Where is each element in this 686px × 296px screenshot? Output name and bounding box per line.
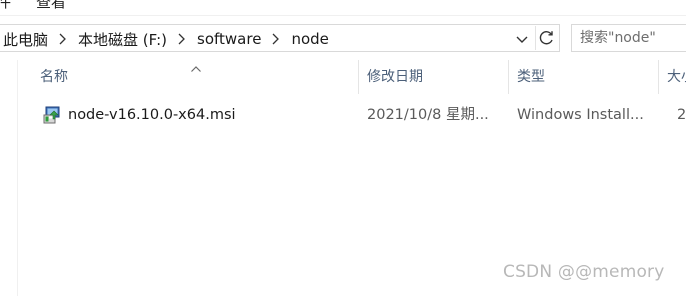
file-row[interactable]: node-v16.10.0-x64.msi 2021/10/8 星期... Wi… bbox=[18, 98, 686, 132]
ribbon-menu-item-left[interactable]: 件 bbox=[0, 0, 11, 12]
ribbon-menu: 件 查看 bbox=[0, 0, 686, 12]
column-divider[interactable] bbox=[508, 60, 509, 94]
breadcrumb-local-disk[interactable]: 本地磁盘 (F:) bbox=[78, 29, 167, 50]
address-bar[interactable]: 此电脑 本地磁盘 (F:) software node bbox=[0, 24, 560, 52]
column-divider[interactable] bbox=[358, 60, 359, 94]
refresh-icon bbox=[536, 31, 558, 54]
chevron-right-icon[interactable] bbox=[58, 33, 66, 45]
msi-installer-icon bbox=[42, 105, 62, 125]
file-name: node-v16.10.0-x64.msi bbox=[68, 107, 236, 123]
navigation-pane-divider bbox=[17, 60, 18, 296]
search-input[interactable] bbox=[572, 25, 686, 51]
chevron-right-icon[interactable] bbox=[177, 33, 185, 45]
column-header-size[interactable]: 大小 bbox=[667, 60, 686, 94]
breadcrumb-software[interactable]: software bbox=[197, 30, 261, 48]
column-headers: 名称 修改日期 类型 大小 bbox=[18, 60, 686, 94]
breadcrumb: 此电脑 本地磁盘 (F:) software node bbox=[3, 29, 329, 49]
column-divider[interactable] bbox=[658, 60, 659, 94]
file-size: 2 bbox=[677, 107, 686, 123]
search-box[interactable] bbox=[571, 24, 686, 52]
watermark-text: CSDN @@memory bbox=[503, 262, 665, 282]
column-header-type[interactable]: 类型 bbox=[517, 60, 545, 94]
breadcrumb-this-pc[interactable]: 此电脑 bbox=[3, 29, 48, 50]
file-type: Windows Install... bbox=[517, 107, 644, 123]
column-header-modified[interactable]: 修改日期 bbox=[367, 60, 423, 94]
ribbon-tab-view[interactable]: 查看 bbox=[36, 0, 66, 12]
column-header-name[interactable]: 名称 bbox=[40, 60, 68, 94]
chevron-right-icon[interactable] bbox=[271, 33, 280, 45]
breadcrumb-node[interactable]: node bbox=[291, 30, 328, 48]
chevron-down-icon[interactable] bbox=[513, 29, 531, 49]
file-explorer-window: 件 查看 此电脑 本地磁盘 (F:) software node 搜索"node… bbox=[0, 0, 686, 296]
ribbon-divider bbox=[0, 15, 686, 16]
refresh-button[interactable] bbox=[535, 26, 557, 50]
file-modified-date: 2021/10/8 星期... bbox=[367, 107, 489, 123]
